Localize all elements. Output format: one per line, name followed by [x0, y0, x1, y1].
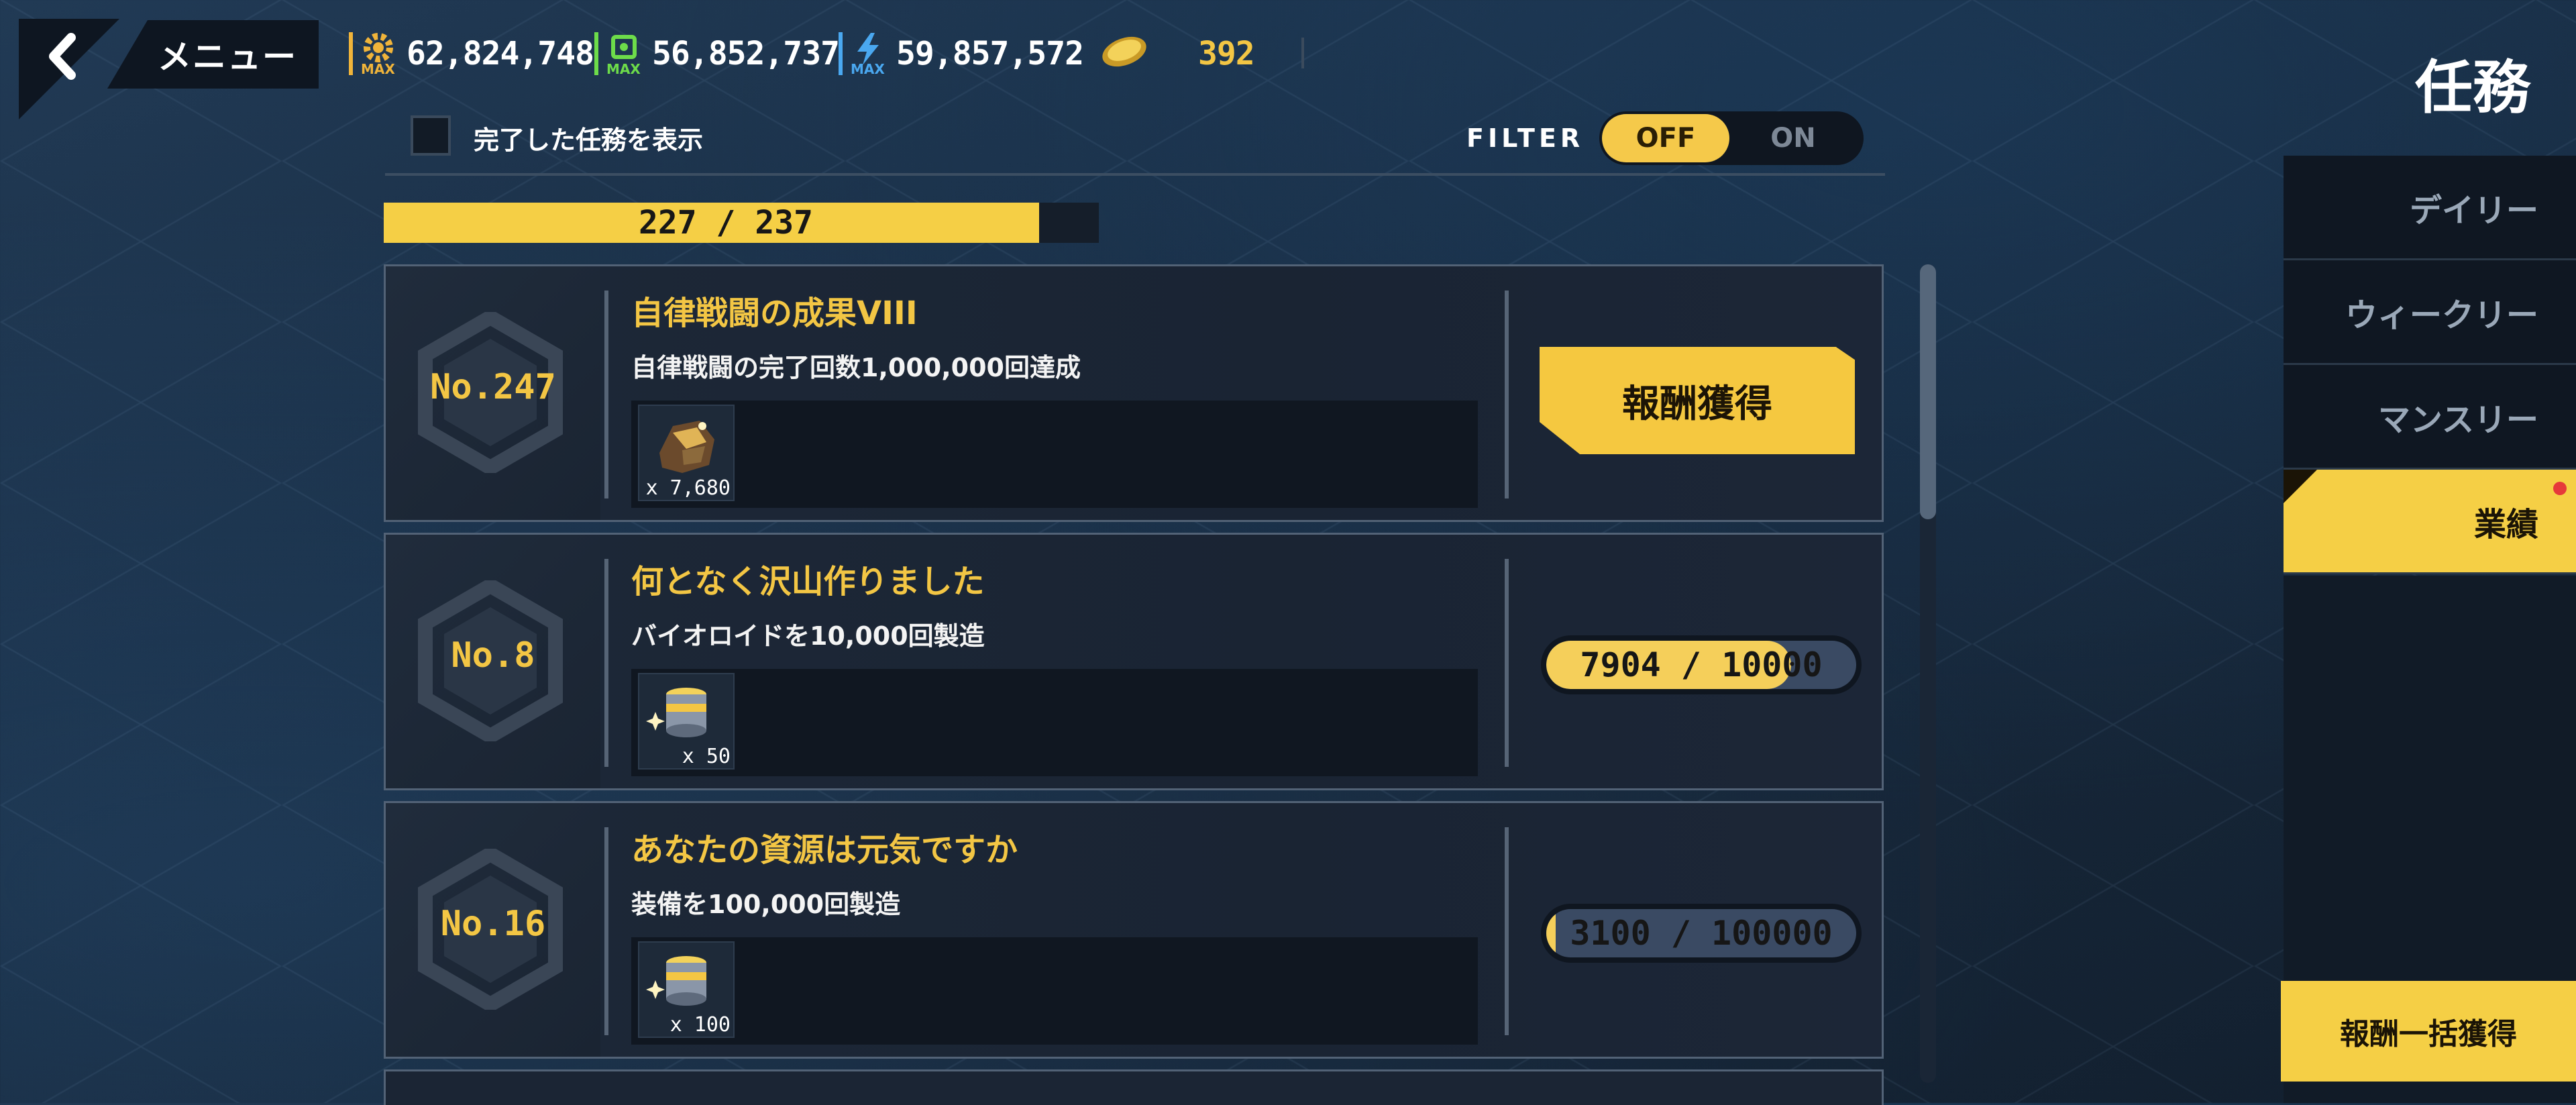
active-corner-mark [2284, 470, 2317, 503]
reward-area: x 7,680 [631, 401, 1478, 508]
mission-card: No.16 あなたの資源は元気ですか 装備を100,000回製造 x 100 3… [384, 801, 1884, 1059]
chip-icon: MAX [605, 30, 643, 77]
mission-progress-bar: 7904 / 10000 [1541, 635, 1862, 694]
filter-divider [385, 173, 1885, 176]
resource-power: MAX 59,857,572 [839, 27, 1084, 81]
canister-icon [646, 688, 706, 737]
reward-area: x 50 [631, 669, 1478, 776]
tab-label: マンスリー [2377, 401, 2538, 439]
tab-label: デイリー [2409, 191, 2538, 229]
filter-toggle[interactable]: OFF ON [1599, 111, 1864, 165]
mission-badge: No.16 [386, 803, 600, 1057]
card-divider [604, 291, 608, 498]
resource-nutrient-value: 56,852,737 [652, 35, 840, 72]
mission-list[interactable]: No.247 自律戦闘の成果VIII 自律戦闘の完了回数1,000,000回達成… [384, 264, 1884, 1105]
header-divider [1301, 38, 1304, 68]
reward-area: x 100 [631, 937, 1478, 1045]
mission-name: 自律戦闘の成果VIII [631, 295, 918, 332]
mission-number: No.8 [451, 635, 535, 676]
reward-quantity: x 100 [669, 1013, 731, 1037]
mission-number: No.16 [440, 904, 546, 944]
mission-progress-bar: 3100 / 100000 [1541, 904, 1862, 963]
energy-icon: MAX [849, 30, 887, 77]
scrollbar[interactable] [1920, 264, 1936, 1083]
filter-label: FILTER [1466, 123, 1585, 153]
mission-card-partial [384, 1069, 1884, 1105]
card-divider [604, 827, 608, 1035]
card-divider [1505, 559, 1509, 767]
mission-number: No.247 [430, 367, 556, 407]
card-divider [604, 559, 608, 767]
card-divider [1505, 827, 1509, 1035]
tab-weekly[interactable]: ウィークリー [2284, 260, 2576, 365]
mission-badge: No.8 [386, 535, 600, 788]
resource-power-value: 59,857,572 [896, 35, 1084, 72]
total-progress-text: 227 / 237 [638, 204, 814, 242]
show-completed-label: 完了した任務を表示 [474, 125, 704, 155]
claim-reward-label: 報酬獲得 [1622, 382, 1772, 426]
mission-badge: No.247 [386, 266, 600, 520]
mission-name: 何となく沢山作りました [631, 563, 985, 600]
canister-icon [646, 956, 706, 1006]
tab-monthly[interactable]: マンスリー [2284, 365, 2576, 470]
ore-icon [659, 421, 714, 473]
mission-description: 自律戦闘の完了回数1,000,000回達成 [631, 353, 1081, 382]
resource-parts: MAX 62,824,748 [349, 27, 594, 81]
claim-reward-button[interactable]: 報酬獲得 [1540, 347, 1855, 454]
claim-all-label: 報酬一括獲得 [2340, 1017, 2517, 1051]
notification-dot [2553, 482, 2567, 495]
reward-item[interactable]: x 50 [638, 673, 735, 770]
reward-item[interactable]: x 7,680 [638, 405, 735, 501]
show-completed-checkbox[interactable] [411, 115, 451, 156]
tab-daily[interactable]: デイリー [2284, 156, 2576, 260]
card-divider [1505, 291, 1509, 498]
mission-progress-text: 7904 / 10000 [1580, 645, 1823, 684]
filter-on-option[interactable]: ON [1736, 114, 1850, 162]
mission-name: あなたの資源は元気ですか [631, 831, 1018, 869]
mission-card: No.247 自律戦闘の成果VIII 自律戦闘の完了回数1,000,000回達成… [384, 264, 1884, 522]
mission-progress-text: 3100 / 100000 [1570, 914, 1833, 953]
page-title: 任務 [2415, 54, 2530, 121]
resource-coin: 392 [1097, 27, 1255, 81]
mission-description: 装備を100,000回製造 [631, 890, 901, 919]
mission-card: No.8 何となく沢山作りました バイオロイドを10,000回製造 x 50 7… [384, 533, 1884, 790]
tab-achievements[interactable]: 業績 [2284, 470, 2576, 574]
resource-nutrient: MAX 56,852,737 [594, 27, 840, 81]
mission-description: バイオロイドを10,000回製造 [631, 621, 985, 651]
reward-quantity: x 50 [682, 745, 731, 768]
coin-icon [1097, 30, 1151, 77]
resource-parts-value: 62,824,748 [407, 35, 594, 72]
filter-off-option[interactable]: OFF [1602, 114, 1729, 162]
menu-label: メニュー [158, 38, 297, 76]
tab-label: ウィークリー [2345, 296, 2538, 334]
reward-item[interactable]: x 100 [638, 941, 735, 1038]
resource-coin-value: 392 [1198, 35, 1255, 72]
back-button[interactable] [19, 19, 119, 119]
scrollbar-thumb[interactable] [1920, 264, 1936, 519]
total-progress-bar: 227 / 237 [384, 203, 1099, 243]
reward-quantity: x 7,680 [645, 476, 731, 500]
mission-tabs: デイリー ウィークリー マンスリー 業績 [2284, 156, 2576, 574]
claim-all-button[interactable]: 報酬一括獲得 [2281, 981, 2576, 1082]
gear-icon: MAX [360, 30, 397, 77]
tab-label: 業績 [2473, 505, 2538, 543]
